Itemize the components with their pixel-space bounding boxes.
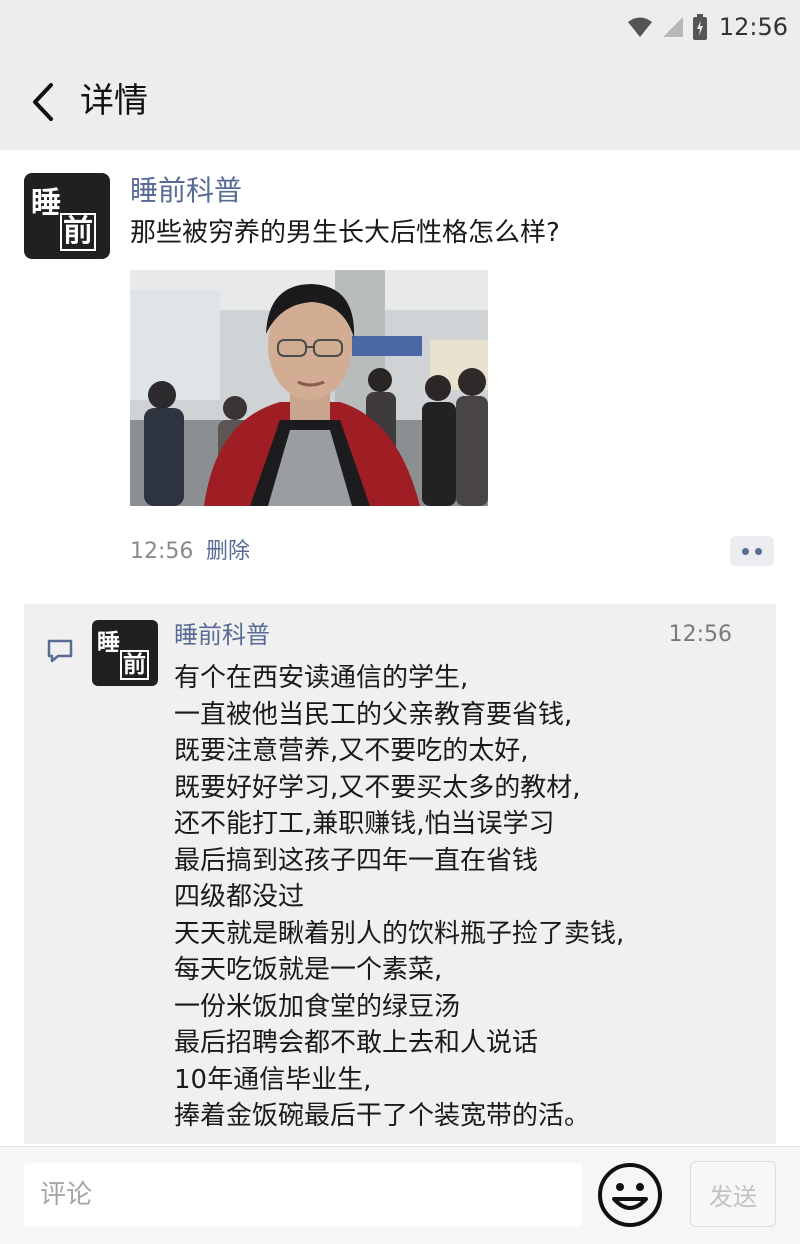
more-dot xyxy=(742,547,749,555)
moment-post: 睡 前 睡前科普 那些被穷养的男生长大后性格怎么样? 12:56 删除 xyxy=(0,150,800,596)
send-button[interactable]: 发送 xyxy=(690,1161,776,1227)
avatar-char-2: 前 xyxy=(120,650,149,680)
wifi-icon xyxy=(627,17,652,37)
comment-line: 有个在西安读通信的学生, xyxy=(174,663,469,693)
post-photo-illustration xyxy=(130,270,488,506)
smiley-face-icon xyxy=(598,1163,662,1227)
avatar-char-2: 前 xyxy=(60,213,96,251)
comment-line: 还不能打工,兼职赚钱,怕当误学习 xyxy=(174,809,555,839)
back-button[interactable] xyxy=(22,80,62,124)
post-text: 那些被穷养的男生长大后性格怎么样? xyxy=(130,218,560,248)
comment-line: 既要注意营养,又不要吃的太好, xyxy=(174,736,529,766)
avatar-char-1: 睡 xyxy=(31,186,61,221)
status-icons: 12:56 xyxy=(627,12,788,42)
status-bar: 12:56 xyxy=(0,0,800,52)
battery-charging-icon xyxy=(692,14,707,40)
comment-section: 睡 前 睡前科普 12:56 有个在西安读通信的学生, 一直被他当民工的父亲教育… xyxy=(24,604,776,1144)
post-avatar[interactable]: 睡 前 xyxy=(24,173,110,259)
comment-line: 最后搞到这孩子四年一直在省钱 xyxy=(174,845,539,876)
comment-bubble-icon xyxy=(47,639,73,663)
more-actions-button[interactable] xyxy=(730,536,774,566)
comment-line: 既要好好学习,又不要买太多的教材, xyxy=(174,772,581,803)
delete-link[interactable]: 删除 xyxy=(206,536,250,568)
comment-author-name[interactable]: 睡前科普 xyxy=(174,618,270,652)
comment-line: 最后招聘会都不敢上去和人说话 xyxy=(174,1028,539,1058)
avatar-char-1: 睡 xyxy=(97,630,120,656)
comment-line: 一直被他当民工的父亲教育要省钱, xyxy=(174,699,573,730)
comment-input-bar: 发送 xyxy=(0,1146,800,1244)
comment-line: 天天就是瞅着别人的饮料瓶子捡了卖钱, xyxy=(174,918,625,949)
page-title: 详情 xyxy=(80,81,148,121)
post-author-name[interactable]: 睡前科普 xyxy=(130,172,242,210)
comment-text[interactable]: 有个在西安读通信的学生, 一直被他当民工的父亲教育要省钱, 既要注意营养,又不要… xyxy=(174,660,624,1135)
comment-avatar[interactable]: 睡 前 xyxy=(92,620,158,686)
comment-time: 12:56 xyxy=(668,622,732,647)
comment-input[interactable] xyxy=(24,1163,582,1227)
comment-line: 捧着金饭碗最后干了个装宽带的活。 xyxy=(174,1101,591,1131)
status-time: 12:56 xyxy=(718,13,788,41)
chevron-left-icon xyxy=(33,83,53,121)
comment-line: 每天吃饭就是一个素菜, xyxy=(174,955,443,985)
comment-line: 10年通信毕业生, xyxy=(174,1064,372,1095)
post-photo[interactable] xyxy=(130,270,488,506)
cellular-signal-icon xyxy=(662,17,683,37)
emoji-button[interactable] xyxy=(596,1161,664,1229)
post-time: 12:56 xyxy=(130,539,194,564)
more-dot xyxy=(755,547,762,555)
comment-line: 四级都没过 xyxy=(174,882,305,912)
comment-line: 一份米饭加食堂的绿豆汤 xyxy=(174,991,461,1022)
nav-bar: 详情 xyxy=(0,52,800,150)
